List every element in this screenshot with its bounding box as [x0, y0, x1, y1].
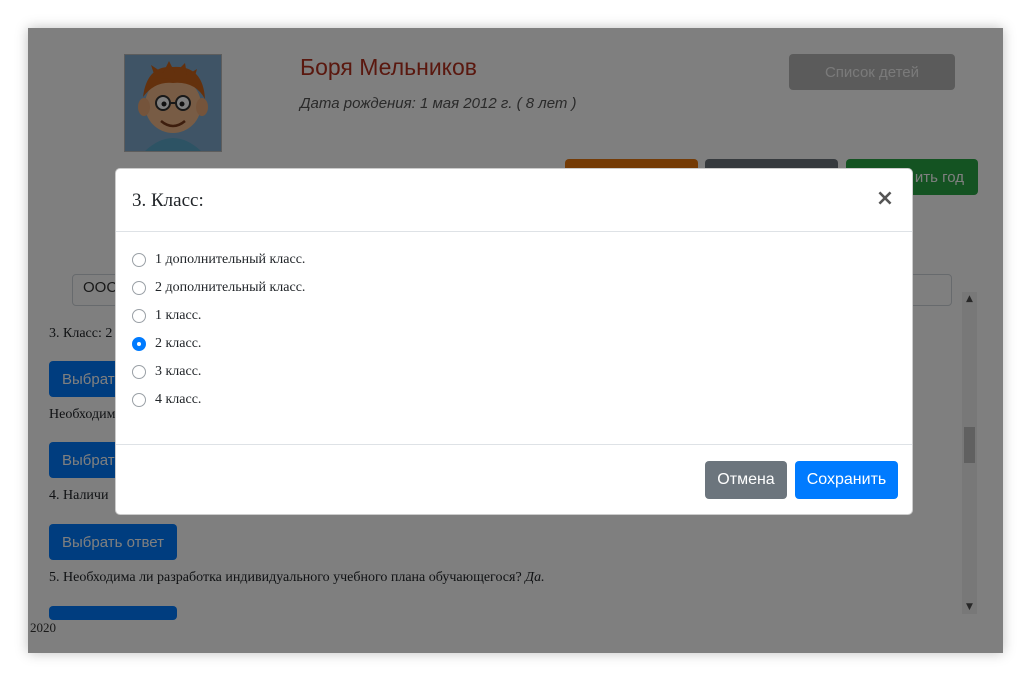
option-class-1[interactable]: 1 класс.	[132, 306, 201, 326]
modal-header: 3. Класс: ×	[116, 169, 912, 232]
option-label: 1 класс.	[155, 308, 202, 323]
save-button[interactable]: Сохранить	[795, 461, 898, 499]
option-class-2[interactable]: 2 класс.	[132, 334, 201, 354]
modal-body: 1 дополнительный класс. 2 дополнительный…	[116, 232, 912, 445]
radio-button[interactable]	[132, 281, 146, 295]
radio-button-selected[interactable]	[132, 337, 146, 351]
option-label: 2 класс.	[155, 336, 202, 351]
radio-button[interactable]	[132, 365, 146, 379]
radio-button[interactable]	[132, 309, 146, 323]
option-label: 2 дополнительный класс.	[155, 280, 306, 295]
option-label: 3 класс.	[155, 364, 202, 379]
option-label: 4 класс.	[155, 392, 202, 407]
cancel-button[interactable]: Отмена	[705, 461, 787, 499]
modal-title: 3. Класс:	[132, 190, 204, 211]
option-class-4[interactable]: 4 класс.	[132, 390, 201, 410]
option-1-additional-class[interactable]: 1 дополнительный класс.	[132, 250, 305, 270]
option-2-additional-class[interactable]: 2 дополнительный класс.	[132, 278, 305, 298]
option-label: 1 дополнительный класс.	[155, 252, 306, 267]
option-class-3[interactable]: 3 класс.	[132, 362, 201, 382]
close-icon[interactable]: ×	[874, 187, 896, 211]
radio-button[interactable]	[132, 253, 146, 267]
radio-button[interactable]	[132, 393, 146, 407]
app-window: Боря Мельников Дата рождения: 1 мая 2012…	[28, 28, 1003, 653]
modal-footer: Отмена Сохранить	[116, 445, 912, 516]
class-select-modal: 3. Класс: × 1 дополнительный класс. 2 до…	[115, 168, 913, 515]
